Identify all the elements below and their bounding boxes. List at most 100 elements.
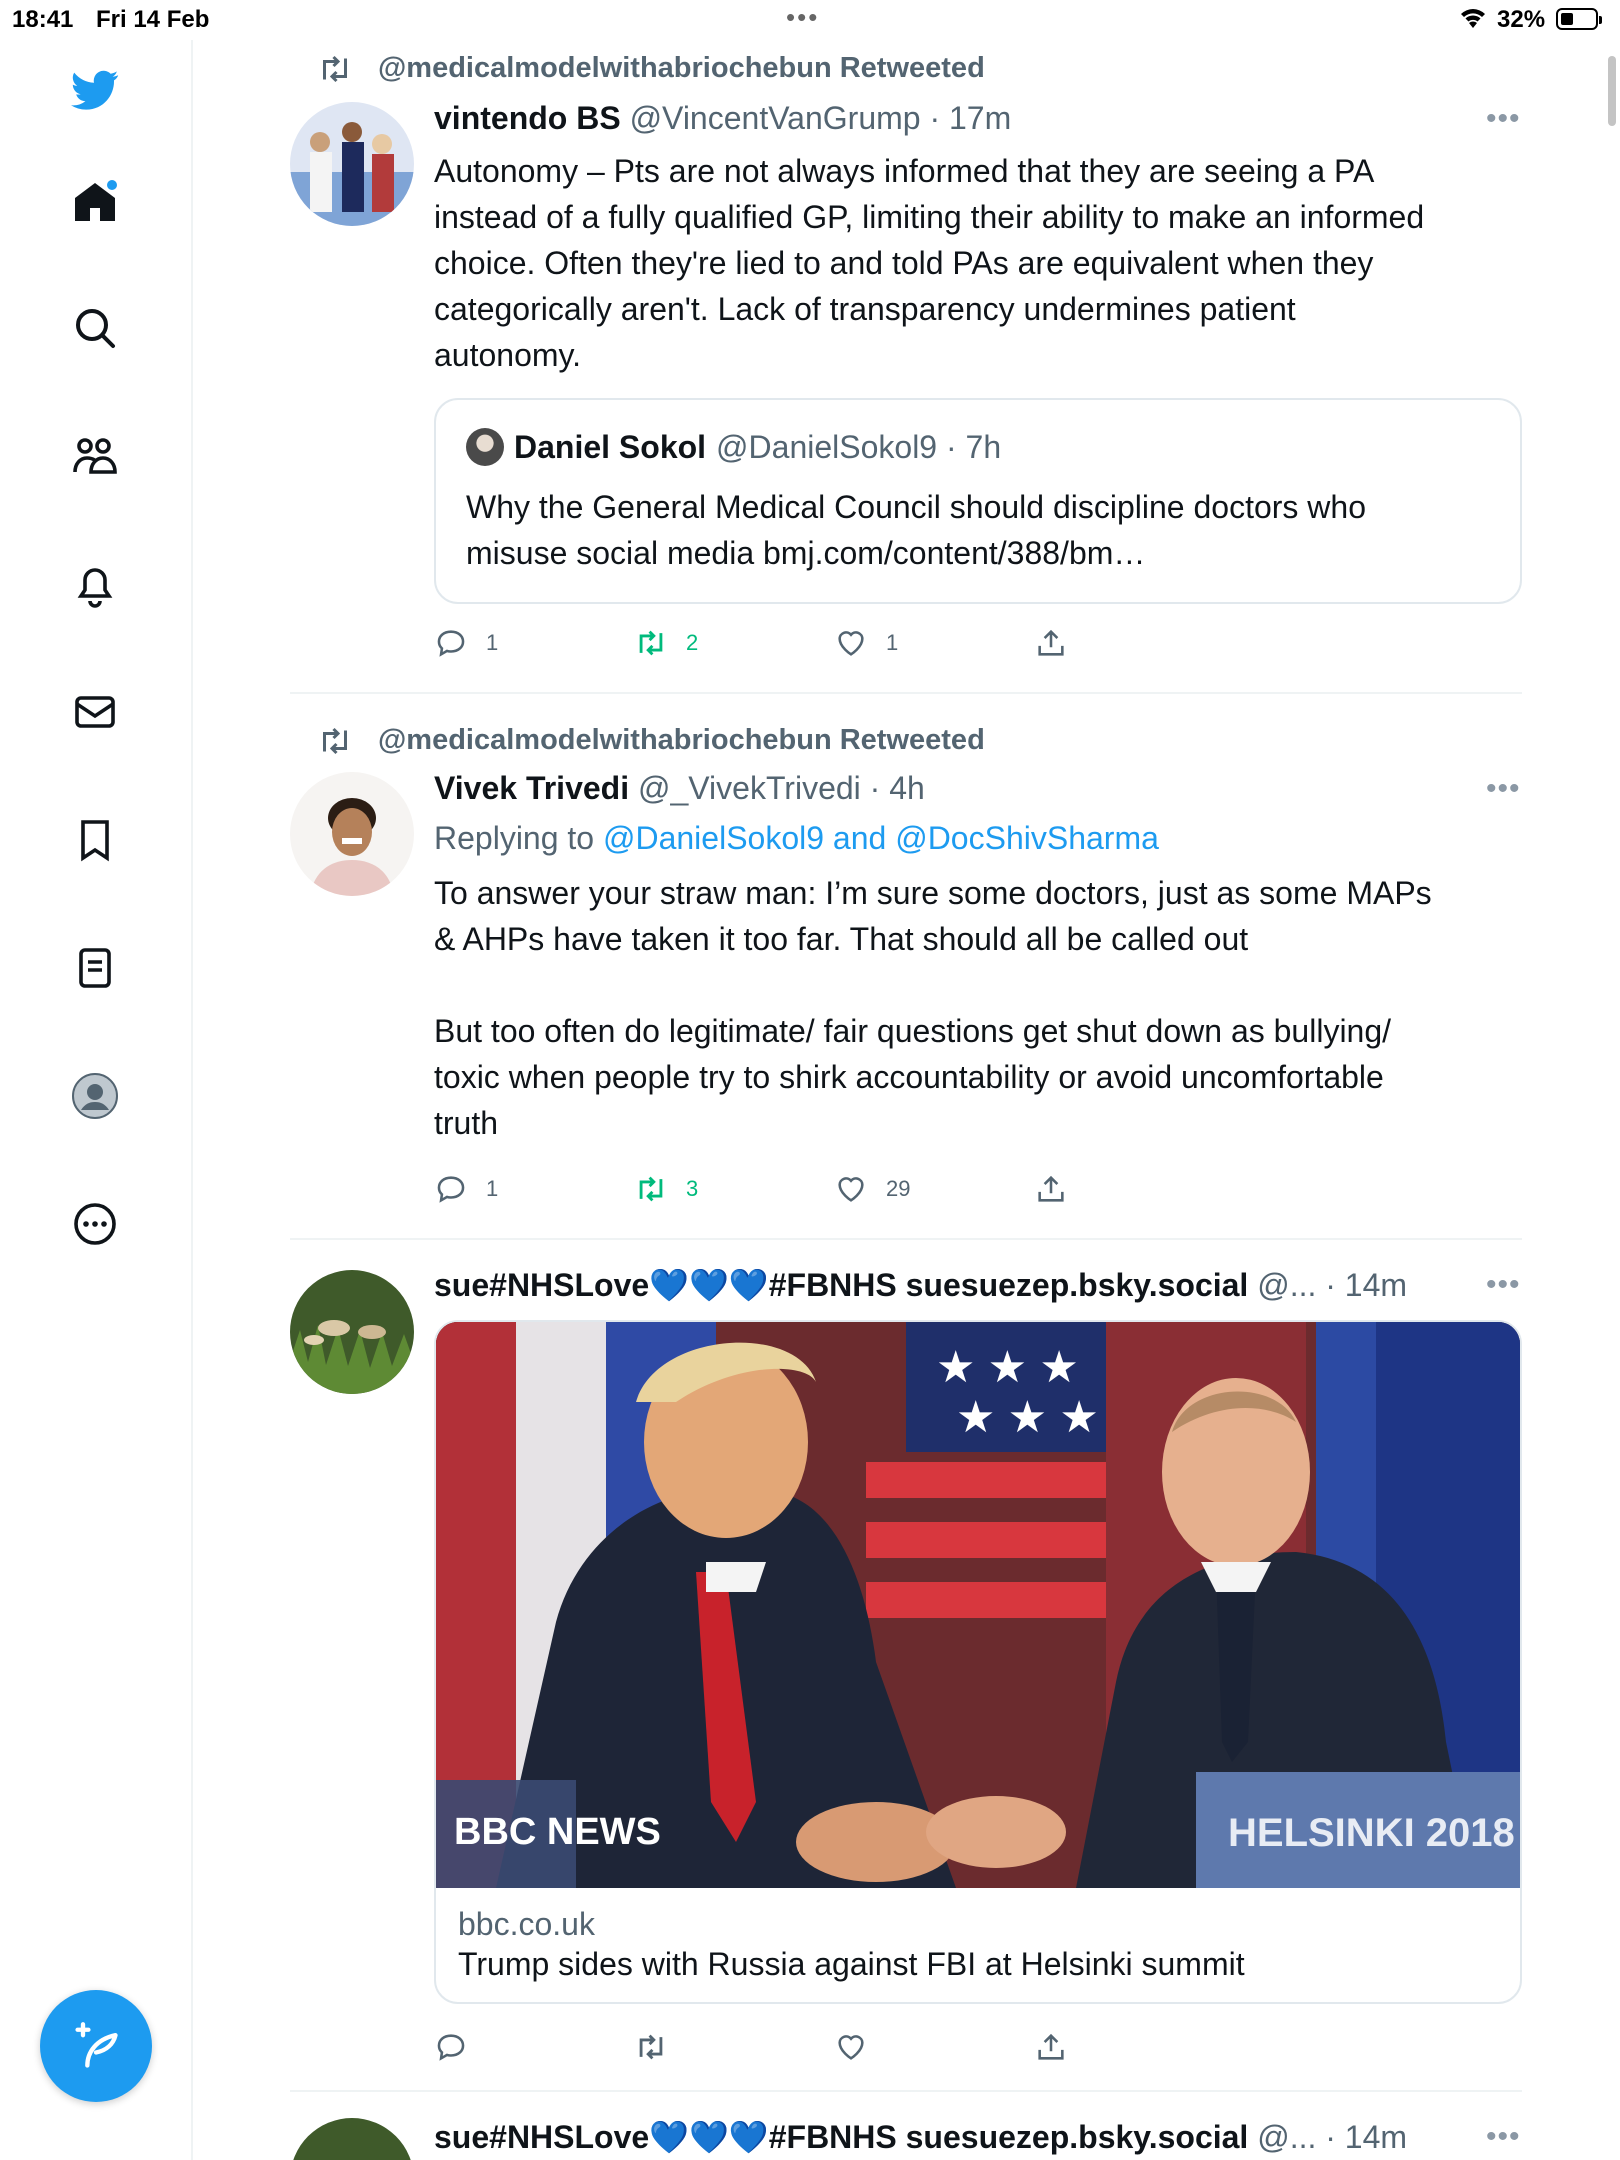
retweet-button[interactable]: 2 (634, 626, 698, 660)
home-icon[interactable] (67, 174, 123, 230)
tweet-header: vintendo BS @VincentVanGrump · 17m (434, 100, 1011, 137)
author-name[interactable]: sue#NHSLove💙💙💙#FBNHS suesuezep.bsky.soci… (434, 1267, 1248, 1303)
share-button[interactable] (1034, 2030, 1068, 2064)
author-handle-time: @... · 14m (1257, 1267, 1408, 1303)
link-card-image: ★ ★ ★ ★ ★ ★ BBC NEWS HELSINKI 2018 (436, 1322, 1520, 1888)
compose-tweet-button[interactable] (40, 1990, 152, 2102)
author-handle-time: @... · 14m (1257, 2119, 1408, 2155)
tweet-more-icon[interactable]: ••• (1486, 2120, 1521, 2154)
tweet-header: Vivek Trivedi @_VivekTrivedi · 4h (434, 770, 925, 807)
retweeted-by-text: @medicalmodelwithabriochebun Retweeted (378, 724, 985, 756)
battery-percent: 32% (1497, 6, 1546, 33)
reply-button[interactable]: 1 (434, 1172, 498, 1206)
share-button[interactable] (1034, 626, 1068, 660)
retweet-count: 3 (686, 1176, 699, 1201)
tweet-text: To answer your straw man: I’m sure some … (434, 875, 1432, 1141)
share-icon (1038, 2033, 1064, 2060)
tweet[interactable]: @medicalmodelwithabriochebun Retweeted V… (290, 694, 1522, 1238)
battery-icon (1556, 8, 1602, 30)
reply-button[interactable]: 1 (434, 626, 498, 660)
notifications-bell-icon[interactable] (67, 556, 123, 612)
bbc-news-logo-text: BBC NEWS (454, 1811, 661, 1853)
avatar[interactable] (290, 772, 414, 896)
tweet[interactable]: sue#NHSLove💙💙💙#FBNHS suesuezep.bsky.soci… (290, 2092, 1522, 2160)
heart-icon (838, 2035, 864, 2060)
multitasking-dots-icon[interactable]: ••• (786, 2, 819, 33)
news-photo: ★ ★ ★ ★ ★ ★ BBC NEWS HELSINKI 2018 (436, 1322, 1520, 1888)
retweet-icon (323, 55, 347, 83)
author-name[interactable]: vintendo BS (434, 100, 621, 136)
reply-icon (437, 630, 465, 657)
like-count: 29 (886, 1176, 911, 1201)
tweet-actions: 1 2 1 (434, 626, 1094, 666)
quoted-tweet-header: Daniel Sokol @DanielSokol9 · 7h (466, 428, 1001, 466)
avatar[interactable] (290, 2118, 414, 2160)
tweet-more-icon[interactable]: ••• (1486, 772, 1521, 806)
messages-envelope-icon[interactable] (67, 684, 123, 740)
like-button[interactable]: 1 (834, 626, 898, 660)
share-button[interactable] (1034, 1172, 1068, 1206)
tweet-header: sue#NHSLove💙💙💙#FBNHS suesuezep.bsky.soci… (434, 2118, 1407, 2156)
reply-count: 1 (486, 630, 499, 655)
wifi-icon (1458, 6, 1488, 37)
twitter-logo-icon[interactable] (67, 62, 123, 118)
profile-avatar-icon[interactable] (67, 1068, 123, 1124)
like-count: 1 (886, 630, 899, 655)
lists-icon[interactable] (67, 940, 123, 996)
heart-icon (838, 631, 864, 656)
retweet-count: 2 (686, 630, 699, 655)
link-card[interactable]: ★ ★ ★ ★ ★ ★ BBC NEWS HELSINKI 2018 bbc.c… (434, 1320, 1522, 2004)
helsinki-sign-text: HELSINKI 2018 (1228, 1811, 1515, 1855)
retweet-button[interactable] (634, 2030, 668, 2064)
tweet-more-icon[interactable]: ••• (1486, 1268, 1521, 1302)
tweet-text: Autonomy – Pts are not always informed t… (434, 153, 1425, 373)
tweet-more-icon[interactable]: ••• (1486, 102, 1521, 136)
like-button[interactable] (834, 2030, 868, 2064)
quoted-author-avatar (466, 428, 504, 466)
tweet[interactable]: sue#NHSLove💙💙💙#FBNHS suesuezep.bsky.soci… (290, 1240, 1522, 2090)
avatar[interactable] (290, 102, 414, 226)
bookmarks-icon[interactable] (67, 812, 123, 868)
author-name[interactable]: sue#NHSLove💙💙💙#FBNHS suesuezep.bsky.soci… (434, 2119, 1248, 2155)
author-name[interactable]: Vivek Trivedi (434, 770, 629, 806)
retweeted-by-line: @medicalmodelwithabriochebun Retweeted (323, 724, 985, 757)
retweet-icon (323, 727, 347, 755)
timeline-feed: @medicalmodelwithabriochebun Retweeted v… (290, 40, 1522, 2160)
status-date: Fri 14 Feb (96, 6, 210, 33)
avatar[interactable] (290, 1270, 414, 1394)
reply-button[interactable] (434, 2030, 468, 2064)
reply-icon (437, 1176, 465, 1203)
status-bar: 18:41 Fri 14 Feb ••• 32% (0, 0, 1620, 40)
link-card-domain: bbc.co.uk (458, 1906, 595, 1942)
retweeted-by-line: @medicalmodelwithabriochebun Retweeted (323, 52, 985, 85)
link-card-title: Trump sides with Russia against FBI at H… (458, 1946, 1245, 1982)
status-time: 18:41 (12, 6, 74, 33)
scrollbar[interactable] (1608, 56, 1616, 126)
sidebar (0, 40, 193, 2160)
share-icon (1038, 1175, 1064, 1202)
retweet-button[interactable]: 3 (634, 1172, 698, 1206)
tweet-header: sue#NHSLove💙💙💙#FBNHS suesuezep.bsky.soci… (434, 1266, 1407, 1304)
quoted-tweet-text: Why the General Medical Council should d… (466, 489, 1366, 571)
like-button[interactable]: 29 (834, 1172, 910, 1206)
compose-icon (75, 2022, 118, 2068)
share-icon (1038, 629, 1064, 656)
tweet-actions: 1 3 29 (434, 1172, 1094, 1212)
retweet-icon (639, 2034, 663, 2060)
communities-icon[interactable] (67, 428, 123, 484)
author-handle-time: @VincentVanGrump · 17m (629, 100, 1012, 136)
quoted-tweet[interactable]: Daniel Sokol @DanielSokol9 · 7h Why the … (434, 398, 1522, 604)
quoted-author-name: Daniel Sokol (514, 428, 707, 465)
link-card-footer: bbc.co.uk Trump sides with Russia agains… (436, 1888, 1520, 2002)
reply-count: 1 (486, 1176, 499, 1201)
tweet[interactable]: @medicalmodelwithabriochebun Retweeted v… (290, 40, 1522, 692)
search-icon[interactable] (67, 300, 123, 356)
author-handle-time: @_VivekTrivedi · 4h (637, 770, 925, 806)
more-options-icon[interactable] (67, 1196, 123, 1252)
retweet-icon (639, 630, 663, 656)
replying-to-mentions[interactable]: @DanielSokol9 and @DocShivSharma (603, 820, 1159, 856)
replying-to-line: Replying to @DanielSokol9 and @DocShivSh… (434, 820, 1159, 857)
quoted-author-handle-time: @DanielSokol9 · 7h (716, 428, 1002, 465)
reply-icon (437, 2034, 465, 2061)
replying-to-prefix: Replying to (434, 820, 603, 856)
